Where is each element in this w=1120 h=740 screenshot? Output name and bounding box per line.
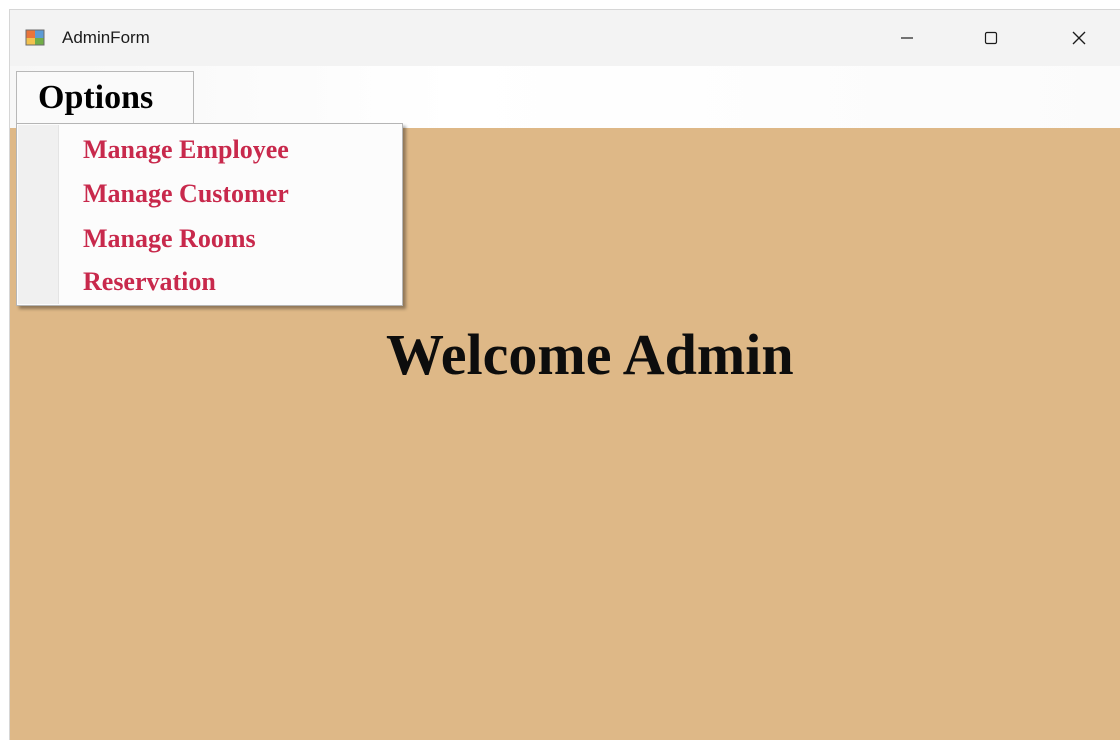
maximize-icon xyxy=(984,31,998,45)
menu-icon-gutter xyxy=(18,125,59,304)
menu-options[interactable]: Options xyxy=(16,71,194,123)
close-button[interactable] xyxy=(1050,10,1108,66)
window-title: AdminForm xyxy=(62,28,150,47)
welcome-heading: Welcome Admin xyxy=(386,322,794,387)
close-icon xyxy=(1072,31,1086,45)
admin-form-window: AdminForm Options Welcome Admin Manage E… xyxy=(10,10,1120,740)
menu-item-manage-customer[interactable]: Manage Customer xyxy=(83,174,383,214)
menu-item-reservation[interactable]: Reservation xyxy=(83,262,383,302)
maximize-button[interactable] xyxy=(962,10,1020,66)
menu-item-manage-rooms[interactable]: Manage Rooms xyxy=(83,219,383,259)
windows-form-icon xyxy=(25,29,45,46)
minimize-button[interactable] xyxy=(878,10,936,66)
menu-options-label: Options xyxy=(38,78,154,116)
options-dropdown-menu: Manage Employee Manage Customer Manage R… xyxy=(16,123,403,306)
menu-bar: Options xyxy=(10,66,1120,128)
menu-item-manage-employee[interactable]: Manage Employee xyxy=(83,130,383,170)
title-bar[interactable]: AdminForm xyxy=(10,10,1120,66)
minimize-icon xyxy=(901,37,913,39)
